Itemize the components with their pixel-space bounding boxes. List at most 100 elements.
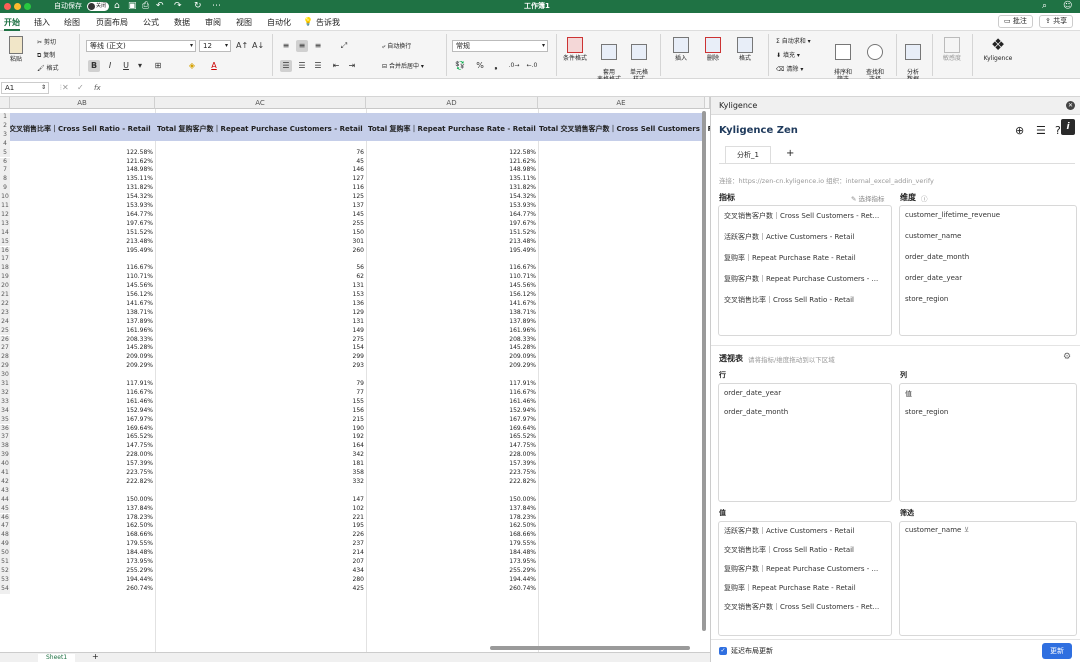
list-item[interactable]: 活跃客户数｜Active Customers - Retail [724, 526, 854, 536]
table-cell[interactable]: 141.67% [0, 300, 536, 309]
table-cell[interactable]: 157.39% [0, 460, 536, 469]
font-color-icon[interactable]: A [208, 60, 220, 72]
autosave-toggle[interactable]: 关闭 [87, 2, 109, 11]
table-cell[interactable]: 135.11% [0, 175, 536, 184]
update-button[interactable]: 更新 [1042, 643, 1072, 659]
list-item[interactable]: 复购客户数｜Repeat Purchase Customers - ... [724, 274, 878, 284]
table-cell[interactable]: 147.75% [0, 442, 536, 451]
comma-icon[interactable]: ❟ [490, 60, 502, 72]
list-item[interactable]: 复购率｜Repeat Purchase Rate - Retail [724, 583, 856, 593]
tab-insert[interactable]: 插入 [34, 17, 50, 28]
table-cell[interactable]: 260.74% [0, 585, 536, 594]
globe-icon[interactable]: ⊕ [1015, 124, 1024, 137]
table-cell[interactable]: 131.82% [0, 184, 536, 193]
close-pane-icon[interactable]: ✕ [1066, 101, 1075, 110]
tab-analysis-1[interactable]: 分析_1 [725, 146, 771, 163]
table-cell[interactable]: 152.94% [0, 407, 536, 416]
vertical-scrollbar[interactable] [702, 111, 706, 631]
close-window-icon[interactable] [4, 3, 11, 10]
tab-view[interactable]: 视图 [236, 17, 252, 28]
bold-button[interactable]: B [88, 60, 100, 72]
table-cell[interactable]: 255.29% [0, 567, 536, 576]
table-cell[interactable]: 208.33% [0, 336, 536, 345]
table-cell[interactable]: 194.44% [0, 576, 536, 585]
list-item[interactable]: order_date_year [905, 274, 962, 282]
table-cell[interactable]: 122.58% [0, 149, 536, 158]
paste-button[interactable]: 粘贴 [5, 36, 27, 63]
row-header[interactable]: 43 [0, 486, 10, 496]
row-header[interactable]: 4 [0, 139, 10, 149]
tell-me-search[interactable]: 告诉我 [316, 17, 340, 28]
align-bottom-icon[interactable]: ≡ [312, 40, 324, 52]
list-item[interactable]: customer_name [905, 232, 961, 240]
decrease-font-icon[interactable]: A↓ [252, 40, 264, 52]
underline-button[interactable]: U [120, 60, 132, 72]
table-cell[interactable]: 223.75% [0, 469, 536, 478]
table-cell[interactable]: 179.55% [0, 540, 536, 549]
table-cell[interactable]: 156.12% [0, 291, 536, 300]
align-middle-icon[interactable]: ≡ [296, 40, 308, 52]
list-item[interactable]: 交叉销售比率｜Cross Sell Ratio - Retail [724, 545, 854, 555]
cancel-entry-icon[interactable]: ✕ [62, 84, 69, 92]
table-cell[interactable]: 137.89% [0, 318, 536, 327]
comments-button[interactable]: ▭ 批注 [998, 15, 1033, 28]
kyligence-addin-button[interactable]: ❖ Kyligence [978, 37, 1018, 63]
clear-button[interactable]: ⌫ 清除 ▾ [776, 66, 803, 74]
list-item[interactable]: 复购率｜Repeat Purchase Rate - Retail [724, 253, 856, 263]
list-item[interactable]: 复购客户数｜Repeat Purchase Customers - ... [724, 564, 878, 574]
list-item[interactable]: 交叉销售比率｜Cross Sell Ratio - Retail [724, 295, 854, 305]
pivot-rows-zone[interactable]: order_date_year order_date_month [718, 383, 892, 502]
table-cell[interactable]: 138.71% [0, 309, 536, 318]
settings-sliders-icon[interactable]: ☰ [1036, 124, 1046, 137]
share-button[interactable]: ⇪ 共享 [1039, 15, 1074, 28]
table-cell[interactable]: 222.82% [0, 478, 536, 487]
format-as-table-button[interactable]: 套用 表格格式 [594, 37, 624, 83]
tab-review[interactable]: 审阅 [205, 17, 221, 28]
list-item[interactable]: order_date_year [724, 389, 781, 397]
align-left-icon[interactable]: ☰ [280, 60, 292, 72]
table-cell[interactable]: 168.66% [0, 531, 536, 540]
table-cell[interactable]: 209.29% [0, 362, 536, 371]
currency-icon[interactable]: 💱 [454, 60, 466, 72]
cell-styles-button[interactable]: 单元格 样式 [626, 37, 652, 83]
row-header[interactable]: 3 [0, 130, 10, 140]
header-cell-ae[interactable]: Total 交叉销售客户数｜Cross Sell Customers - Ret… [539, 124, 710, 134]
filter-icon[interactable]: ⊻ [964, 526, 969, 534]
tab-home[interactable]: 开始 [4, 17, 20, 31]
increase-font-icon[interactable]: A↑ [236, 40, 248, 52]
add-analysis-tab-button[interactable]: + [786, 148, 794, 159]
decrease-indent-icon[interactable]: ⇤ [330, 60, 342, 72]
list-item[interactable]: customer_name [905, 526, 961, 534]
table-cell[interactable]: 116.67% [0, 264, 536, 273]
row-header[interactable]: 2 [0, 121, 10, 131]
account-icon[interactable]: ☺ [1063, 0, 1072, 12]
copy-button[interactable]: ⧉ 复制 [37, 52, 55, 60]
table-cell[interactable]: 137.84% [0, 505, 536, 514]
search-icon[interactable]: ⌕ [1042, 0, 1047, 12]
analyze-data-button[interactable]: 分析 数据 [901, 37, 925, 83]
tab-page-layout[interactable]: 页面布局 [96, 17, 128, 28]
tab-formulas[interactable]: 公式 [143, 17, 159, 28]
font-name-select[interactable]: 等线 (正文) ▾ [86, 40, 196, 52]
confirm-entry-icon[interactable]: ✓ [77, 84, 84, 92]
refresh-icon[interactable]: ↻ [194, 0, 202, 12]
number-format-select[interactable]: 常规 ▾ [452, 40, 548, 52]
orientation-icon[interactable]: ⤢ [338, 40, 350, 52]
table-cell[interactable]: 150.00% [0, 496, 536, 505]
insert-cells-button[interactable]: 插入 [668, 37, 694, 62]
table-cell[interactable]: 167.97% [0, 416, 536, 425]
row-header[interactable]: 17 [0, 255, 10, 265]
table-cell[interactable]: 173.95% [0, 558, 536, 567]
pivot-settings-icon[interactable]: ⚙ [1063, 352, 1071, 362]
tab-automate[interactable]: 自动化 [267, 17, 291, 28]
row-header[interactable]: 30 [0, 371, 10, 380]
tab-draw[interactable]: 绘图 [64, 17, 80, 28]
select-all-corner[interactable] [0, 97, 10, 109]
list-item[interactable]: store_region [905, 408, 948, 416]
merge-center-button[interactable]: ⊟ 合并后居中 ▾ [382, 63, 424, 71]
redo-icon[interactable]: ↷ [174, 0, 182, 12]
font-size-select[interactable]: 12 ▾ [199, 40, 231, 52]
header-cell-ad[interactable]: Total 复购率｜Repeat Purchase Rate - Retail [368, 124, 536, 134]
italic-button[interactable]: I [104, 60, 116, 72]
wrap-text-button[interactable]: ⤶ 自动换行 [382, 43, 411, 51]
